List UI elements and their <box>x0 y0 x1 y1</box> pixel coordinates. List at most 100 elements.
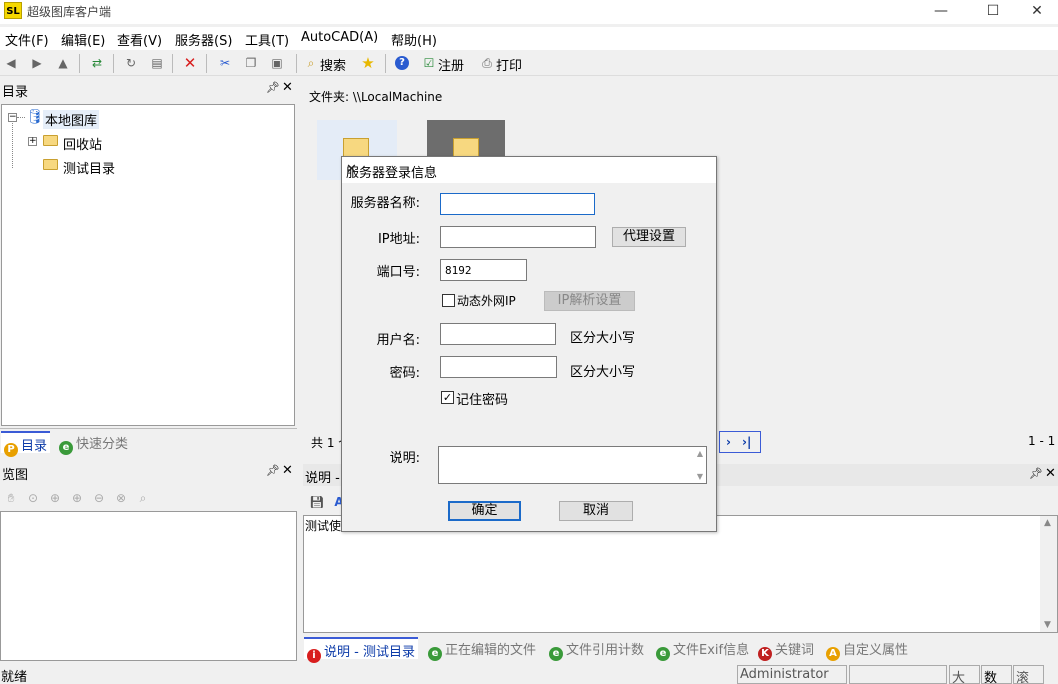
tree-item-test-dir[interactable]: 测试目录 <box>63 158 115 177</box>
register-button[interactable]: 注册 <box>438 55 464 74</box>
search-icon[interactable]: ⌕ <box>303 55 319 71</box>
ip-parse-settings-button[interactable]: IP解析设置 <box>544 291 635 311</box>
minimize-button[interactable]: — <box>918 0 964 24</box>
app-logo: SL <box>4 2 22 19</box>
cancel-button[interactable]: 取消 <box>559 501 633 521</box>
tab-quick-category-label: 快速分类 <box>76 437 129 452</box>
scroll-down-icon[interactable]: ▼ <box>1044 620 1051 630</box>
collapse-icon[interactable]: − <box>8 113 17 122</box>
properties-icon[interactable]: ▤ <box>149 55 165 71</box>
zoom-realtime-icon[interactable]: ⌕ <box>135 490 151 506</box>
toolbar-divider <box>385 54 386 73</box>
toolbar-divider <box>296 54 297 73</box>
zoom-fit-icon[interactable]: ⊙ <box>25 490 41 506</box>
tab-keywords[interactable]: K 关键词 <box>755 637 817 661</box>
tree-item-local-library[interactable]: 本地图库 <box>43 110 100 129</box>
next-page-icon[interactable]: › <box>726 432 731 452</box>
star-icon[interactable]: ★ <box>360 55 376 71</box>
folder-icon <box>453 138 479 158</box>
tab-catalog[interactable]: P 目录 <box>1 431 51 457</box>
tree-line <box>12 123 13 168</box>
ip-address-input[interactable] <box>440 226 596 248</box>
tree-item-recycle-bin[interactable]: 回收站 <box>63 134 102 153</box>
refresh-icon[interactable]: ↻ <box>123 55 139 71</box>
desc-editor[interactable]: 测试使 ▲ ▼ <box>303 515 1058 633</box>
copy-icon[interactable]: ❐ <box>243 55 259 71</box>
tab-editing-files[interactable]: e 正在编辑的文件 <box>425 637 539 661</box>
remember-password-label: 记住密码 <box>456 393 509 408</box>
dialog-title-bar: 服务器登录信息 ✕ <box>342 157 716 183</box>
forward-icon[interactable]: ▶ <box>29 55 45 71</box>
paste-icon[interactable]: ▣ <box>269 55 285 71</box>
tab-custom-attributes[interactable]: A 自定义属性 <box>823 637 911 661</box>
local-library-icon: 🛢︎ <box>26 109 44 125</box>
description-textarea[interactable]: ▲ ▼ <box>438 446 707 484</box>
print-icon[interactable]: ⎙ <box>479 55 495 71</box>
scroll-down-icon[interactable]: ▼ <box>697 472 703 481</box>
tab-custom-attributes-label: 自定义属性 <box>843 643 909 658</box>
remember-password-checkbox[interactable]: ✓ <box>441 391 454 404</box>
help-icon[interactable]: ? <box>395 56 409 70</box>
pin-icon[interactable]: 📌︎ <box>266 464 280 477</box>
close-icon[interactable]: ✕ <box>282 463 293 478</box>
close-icon[interactable]: ✕ <box>282 80 293 95</box>
maximize-button[interactable]: ☐ <box>970 0 1016 24</box>
folder-icon <box>43 135 58 150</box>
custom-attributes-icon: A <box>826 647 840 661</box>
close-button[interactable]: ✕ <box>1014 0 1058 24</box>
username-case-note: 区分大小写 <box>570 331 636 346</box>
print-button[interactable]: 打印 <box>496 55 522 74</box>
dynamic-ip-checkbox[interactable] <box>442 294 455 307</box>
username-input[interactable] <box>440 323 556 345</box>
catalog-panel-header: 目录 📌︎ ✕ <box>0 78 297 100</box>
menu-help[interactable]: 帮助(H) <box>391 30 437 49</box>
page-range: 1 - 1 <box>1028 434 1056 448</box>
tab-description[interactable]: i 说明 - 测试目录 <box>304 637 418 663</box>
editing-files-icon: e <box>428 647 442 661</box>
menu-view[interactable]: 查看(V) <box>117 30 162 49</box>
dialog-close-icon[interactable]: ✕ <box>346 162 708 177</box>
cut-icon[interactable]: ✂ <box>217 55 233 71</box>
pin-icon[interactable]: 📌︎ <box>1029 467 1043 480</box>
back-icon[interactable]: ◀ <box>3 55 19 71</box>
save-icon[interactable]: 💾︎ <box>309 494 325 510</box>
zoom-all-icon[interactable]: ⊗ <box>113 490 129 506</box>
tab-editing-files-label: 正在编辑的文件 <box>445 643 537 658</box>
delete-icon[interactable]: ✕ <box>182 55 198 71</box>
menu-edit[interactable]: 编辑(E) <box>61 30 105 49</box>
menu-tools[interactable]: 工具(T) <box>245 30 289 49</box>
tab-reference-count[interactable]: e 文件引用计数 <box>546 637 647 661</box>
ok-button[interactable]: 确定 <box>448 501 521 521</box>
port-input[interactable] <box>440 259 527 281</box>
sync-icon[interactable]: ⇄ <box>89 55 105 71</box>
password-label: 密码: <box>389 366 420 381</box>
zoom-out-icon[interactable]: ⊖ <box>91 490 107 506</box>
close-icon[interactable]: ✕ <box>1045 466 1056 481</box>
password-input[interactable] <box>440 356 557 378</box>
tab-exif[interactable]: e 文件Exif信息 <box>653 637 752 661</box>
menu-autocad[interactable]: AutoCAD(A) <box>301 30 378 45</box>
zoom-in-icon[interactable]: ⊕ <box>69 490 85 506</box>
keywords-icon: K <box>758 647 772 661</box>
scroll-up-icon[interactable]: ▲ <box>697 449 703 458</box>
register-icon[interactable]: ☑ <box>421 55 437 71</box>
desc-panel-title: 说明 - <box>305 471 340 486</box>
expand-icon[interactable]: + <box>28 137 37 146</box>
hand-icon[interactable]: ✋︎ <box>3 490 19 506</box>
zoom-window-icon[interactable]: ⊕ <box>47 490 63 506</box>
pin-icon[interactable]: 📌︎ <box>266 81 280 94</box>
last-page-icon[interactable]: ›| <box>742 432 751 452</box>
toolbar-divider <box>172 54 173 73</box>
preview-canvas <box>0 511 297 661</box>
scroll-up-icon[interactable]: ▲ <box>1044 518 1051 528</box>
tab-quick-category[interactable]: e 快速分类 <box>56 431 131 455</box>
desc-scrollbar[interactable]: ▲ ▼ <box>1040 516 1057 632</box>
menu-file[interactable]: 文件(F) <box>5 30 49 49</box>
status-ready: 就绪 <box>1 670 28 684</box>
up-icon[interactable]: ▲ <box>55 55 71 71</box>
search-button[interactable]: 搜索 <box>320 55 346 74</box>
menu-server[interactable]: 服务器(S) <box>175 30 232 49</box>
server-name-input[interactable] <box>440 193 595 215</box>
proxy-settings-button[interactable]: 代理设置 <box>612 227 686 247</box>
status-empty <box>849 665 947 684</box>
